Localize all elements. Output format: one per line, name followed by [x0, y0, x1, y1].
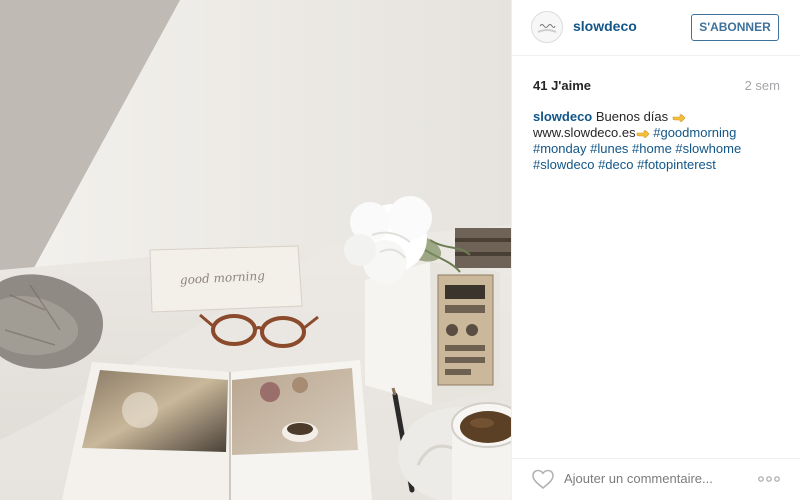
- comment-input[interactable]: Ajouter un commentaire...: [564, 468, 744, 490]
- caption-text: Buenos días: [592, 109, 672, 124]
- hashtag[interactable]: #slowdeco: [533, 157, 594, 172]
- greeting-card: good morning: [149, 245, 303, 313]
- post-username[interactable]: slowdeco: [573, 18, 637, 34]
- post-header: slowdeco S'ABONNER: [512, 0, 800, 56]
- open-book: [62, 360, 372, 500]
- post-footer: Ajouter un commentaire...: [512, 458, 800, 500]
- post-photo[interactable]: good morning: [0, 0, 511, 500]
- hashtag[interactable]: #deco: [598, 157, 633, 172]
- more-options-icon[interactable]: [756, 468, 782, 490]
- post-timestamp[interactable]: 2 sem: [745, 78, 780, 93]
- photo-scene: good morning: [0, 0, 511, 500]
- pointing-hand-emoji-icon: [672, 113, 686, 122]
- post-caption: slowdeco Buenos días www.slowdeco.es #go…: [533, 109, 781, 173]
- heart-icon[interactable]: [531, 468, 555, 490]
- hashtag[interactable]: #fotopinterest: [637, 157, 716, 172]
- avatar-logo-icon: [532, 12, 562, 42]
- post-details-panel: slowdeco S'ABONNER 41 J'aime 2 sem slowd…: [511, 0, 800, 500]
- pointing-hand-emoji-icon: [636, 129, 650, 138]
- caption-author[interactable]: slowdeco: [533, 109, 592, 124]
- follow-button[interactable]: S'ABONNER: [691, 14, 779, 41]
- like-count[interactable]: 41 J'aime: [533, 78, 591, 93]
- hashtag[interactable]: #home: [632, 141, 672, 156]
- hashtag[interactable]: #lunes: [590, 141, 628, 156]
- avatar[interactable]: [531, 11, 563, 43]
- hashtag[interactable]: #slowhome: [675, 141, 741, 156]
- hashtag[interactable]: #monday: [533, 141, 586, 156]
- hashtag[interactable]: #goodmorning: [653, 125, 736, 140]
- post-meta: 41 J'aime 2 sem: [533, 78, 780, 96]
- caption-link[interactable]: www.slowdeco.es: [533, 125, 636, 140]
